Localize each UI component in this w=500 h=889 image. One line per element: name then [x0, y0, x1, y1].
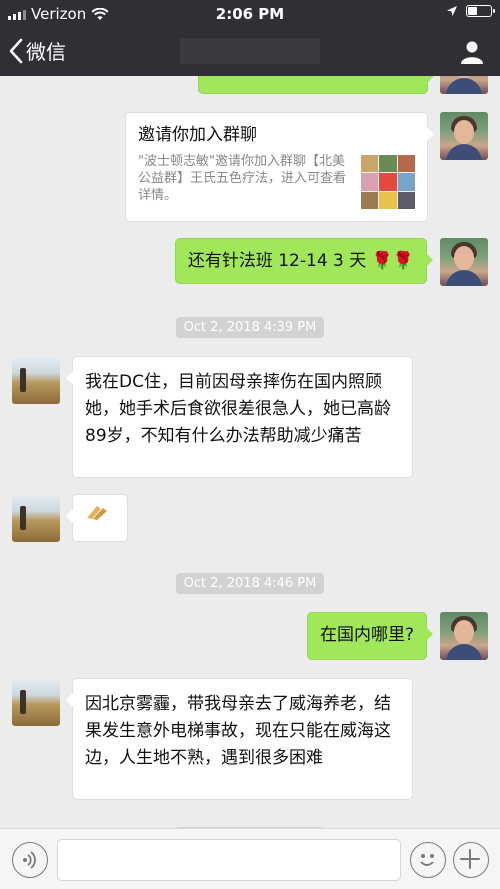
battery-icon	[466, 5, 495, 17]
voice-button[interactable]	[12, 842, 48, 878]
voice-icon	[23, 851, 36, 869]
message-bubble-sent: 在国内哪里?	[306, 612, 434, 660]
plus-icon	[460, 849, 480, 869]
person-icon	[461, 41, 483, 64]
message-bubble-sent: 还有针法班 12-14 3 天 🌹🌹	[174, 238, 434, 284]
group-invite-card[interactable]: 邀请你加入群聊 "波士顿志敏"邀请你加入群聊【北美公益群】王氏五色疗法，进入可查…	[125, 112, 434, 222]
chat-area[interactable]: 邀请你加入群聊 "波士顿志敏"邀请你加入群聊【北美公益群】王氏五色疗法，进入可查…	[0, 76, 500, 828]
status-bar: Verizon 2:06 PM	[0, 0, 500, 28]
message-bubble-partial	[198, 76, 434, 94]
profile-button[interactable]	[460, 40, 484, 68]
message-bubble-sticker	[66, 494, 128, 542]
contact-avatar[interactable]	[12, 494, 60, 542]
chevron-left-icon	[9, 38, 23, 63]
contact-avatar[interactable]	[12, 356, 60, 404]
timestamp: Oct 2, 2018 4:39 PM	[0, 316, 500, 338]
back-label: 微信	[26, 40, 66, 64]
back-button[interactable]: 微信	[8, 36, 66, 65]
message-bubble-received: 因北京雾霾，带我母亲去了威海养老，结果发生意外电梯事故，现在只能在威海这边，人生…	[66, 678, 413, 800]
clock: 2:06 PM	[215, 5, 285, 23]
more-button[interactable]	[453, 842, 489, 878]
smiley-icon	[420, 854, 434, 866]
location-arrow-icon	[447, 6, 457, 16]
contact-avatar[interactable]	[12, 678, 60, 726]
message-bubble-received: 我在DC住，目前因母亲摔伤在国内照顾她，她手术后食欲很差很急人，她已高龄89岁，…	[66, 356, 413, 478]
chat-title-redacted	[180, 38, 320, 64]
input-bar	[0, 828, 500, 889]
group-thumbnail	[361, 155, 415, 209]
emoji-button[interactable]	[410, 842, 446, 878]
my-avatar[interactable]	[440, 612, 488, 660]
folded-hands-icon	[85, 503, 111, 520]
my-avatar[interactable]	[440, 76, 488, 94]
my-avatar[interactable]	[440, 112, 488, 160]
status-right	[446, 5, 495, 17]
timestamp: Oct 2, 2018 4:46 PM	[0, 572, 500, 594]
my-avatar[interactable]	[440, 238, 488, 286]
message-input[interactable]	[57, 839, 401, 881]
invite-title: 邀请你加入群聊	[138, 125, 257, 145]
invite-description: "波士顿志敏"邀请你加入群聊【北美公益群】王氏五色疗法，进入可查看详情。	[138, 154, 347, 203]
nav-bar: 微信	[0, 28, 500, 76]
